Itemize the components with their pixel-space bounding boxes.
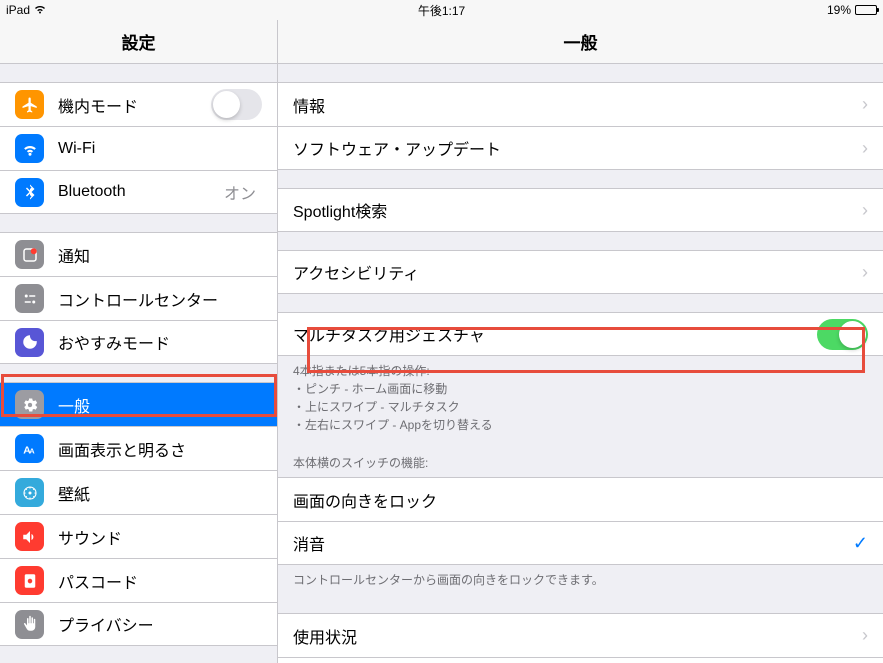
- main-row[interactable]: 情報›: [278, 82, 883, 126]
- airplane-icon: [15, 90, 44, 119]
- main-row-label: 使用状況: [293, 624, 862, 648]
- chevron-right-icon: ›: [862, 94, 868, 115]
- main-row[interactable]: ソフトウェア・アップデート›: [278, 126, 883, 170]
- bluetooth-icon: [15, 178, 44, 207]
- sidebar-item-hand[interactable]: プライバシー: [0, 602, 277, 646]
- sidebar-item-wifi[interactable]: Wi-Fi: [0, 126, 277, 170]
- main-row[interactable]: マルチタスク用ジェスチャ: [278, 312, 883, 356]
- main-row[interactable]: 使用状況›: [278, 613, 883, 657]
- sidebar-item-label: 壁紙: [58, 481, 262, 505]
- sidebar-item-label: コントロールセンター: [58, 287, 262, 311]
- chevron-right-icon: ›: [862, 200, 868, 221]
- sidebar-item-moon[interactable]: おやすみモード: [0, 320, 277, 364]
- hand-icon: [15, 610, 44, 639]
- sidebar-item-label: 通知: [58, 243, 262, 267]
- main-row[interactable]: 消音✓: [278, 521, 883, 565]
- moon-icon: [15, 328, 44, 357]
- sidebar-item-label: おやすみモード: [58, 330, 262, 354]
- battery-icon: [855, 5, 877, 15]
- sidebar-item-label: 機内モード: [58, 93, 211, 117]
- sidebar-item-wallpaper[interactable]: 壁紙: [0, 470, 277, 514]
- sidebar-item-notification[interactable]: 通知: [0, 232, 277, 276]
- settings-sidebar: 設定 機内モード Wi-Fi Bluetoothオン通知コントロールセンターおやすみ…: [0, 20, 278, 663]
- main-row-label: 情報: [293, 93, 862, 117]
- sidebar-item-label: Bluetooth: [58, 183, 224, 201]
- wifi-icon: [15, 134, 44, 163]
- sidebar-item-label: 画面表示と明るさ: [58, 437, 262, 461]
- sidebar-item-sound[interactable]: サウンド: [0, 514, 277, 558]
- airplane-toggle[interactable]: [211, 89, 262, 120]
- gear-icon: [15, 390, 44, 419]
- sidebar-item-label: Wi-Fi: [58, 140, 262, 158]
- row-toggle[interactable]: [817, 319, 868, 350]
- control-icon: [15, 284, 44, 313]
- chevron-right-icon: ›: [862, 262, 868, 283]
- section-header: 本体横のスイッチの機能:: [278, 440, 883, 477]
- lock-icon: [15, 566, 44, 595]
- main-row[interactable]: 画面の向きをロック: [278, 477, 883, 521]
- notification-icon: [15, 240, 44, 269]
- sidebar-item-label: プライバシー: [58, 612, 262, 636]
- main-row-label: 画面の向きをロック: [293, 488, 868, 512]
- sidebar-item-value: オン: [224, 180, 256, 204]
- main-row-label: ソフトウェア・アップデート: [293, 136, 862, 160]
- sidebar-title: 設定: [0, 20, 277, 64]
- main-row[interactable]: Appのバックグラウンド更新›: [278, 657, 883, 663]
- check-icon: ✓: [853, 533, 868, 554]
- sidebar-item-lock[interactable]: パスコード: [0, 558, 277, 602]
- main-row[interactable]: Spotlight検索›: [278, 188, 883, 232]
- svg-text:A: A: [29, 446, 35, 455]
- chevron-right-icon: ›: [862, 625, 868, 646]
- sidebar-item-display[interactable]: AA 画面表示と明るさ: [0, 426, 277, 470]
- main-panel: 一般 情報›ソフトウェア・アップデート›Spotlight検索›アクセシビリティ…: [278, 20, 883, 663]
- wifi-status-icon: [34, 3, 46, 17]
- main-row-label: アクセシビリティ: [293, 260, 862, 284]
- sidebar-item-gear[interactable]: 一般: [0, 382, 277, 426]
- sidebar-item-bluetooth[interactable]: Bluetoothオン: [0, 170, 277, 214]
- sidebar-item-label: パスコード: [58, 569, 262, 593]
- sidebar-item-control[interactable]: コントロールセンター: [0, 276, 277, 320]
- main-title: 一般: [278, 20, 883, 64]
- status-bar: iPad 午後1:17 19%: [0, 0, 883, 20]
- section-footer: コントロールセンターから画面の向きをロックできます。: [278, 565, 883, 595]
- battery-percent: 19%: [827, 3, 851, 17]
- sound-icon: [15, 522, 44, 551]
- wallpaper-icon: [15, 478, 44, 507]
- display-icon: AA: [15, 434, 44, 463]
- sidebar-item-airplane[interactable]: 機内モード: [0, 82, 277, 126]
- main-row-label: マルチタスク用ジェスチャ: [293, 322, 817, 346]
- section-footer: 4本指または5本指の操作:・ピンチ - ホーム画面に移動・上にスワイプ - マル…: [278, 356, 883, 440]
- status-time: 午後1:17: [418, 2, 465, 19]
- device-label: iPad: [6, 3, 30, 17]
- main-row-label: Spotlight検索: [293, 198, 862, 222]
- sidebar-item-label: サウンド: [58, 525, 262, 549]
- main-row-label: 消音: [293, 531, 853, 555]
- sidebar-item-label: 一般: [58, 393, 262, 417]
- main-row[interactable]: アクセシビリティ›: [278, 250, 883, 294]
- chevron-right-icon: ›: [862, 138, 868, 159]
